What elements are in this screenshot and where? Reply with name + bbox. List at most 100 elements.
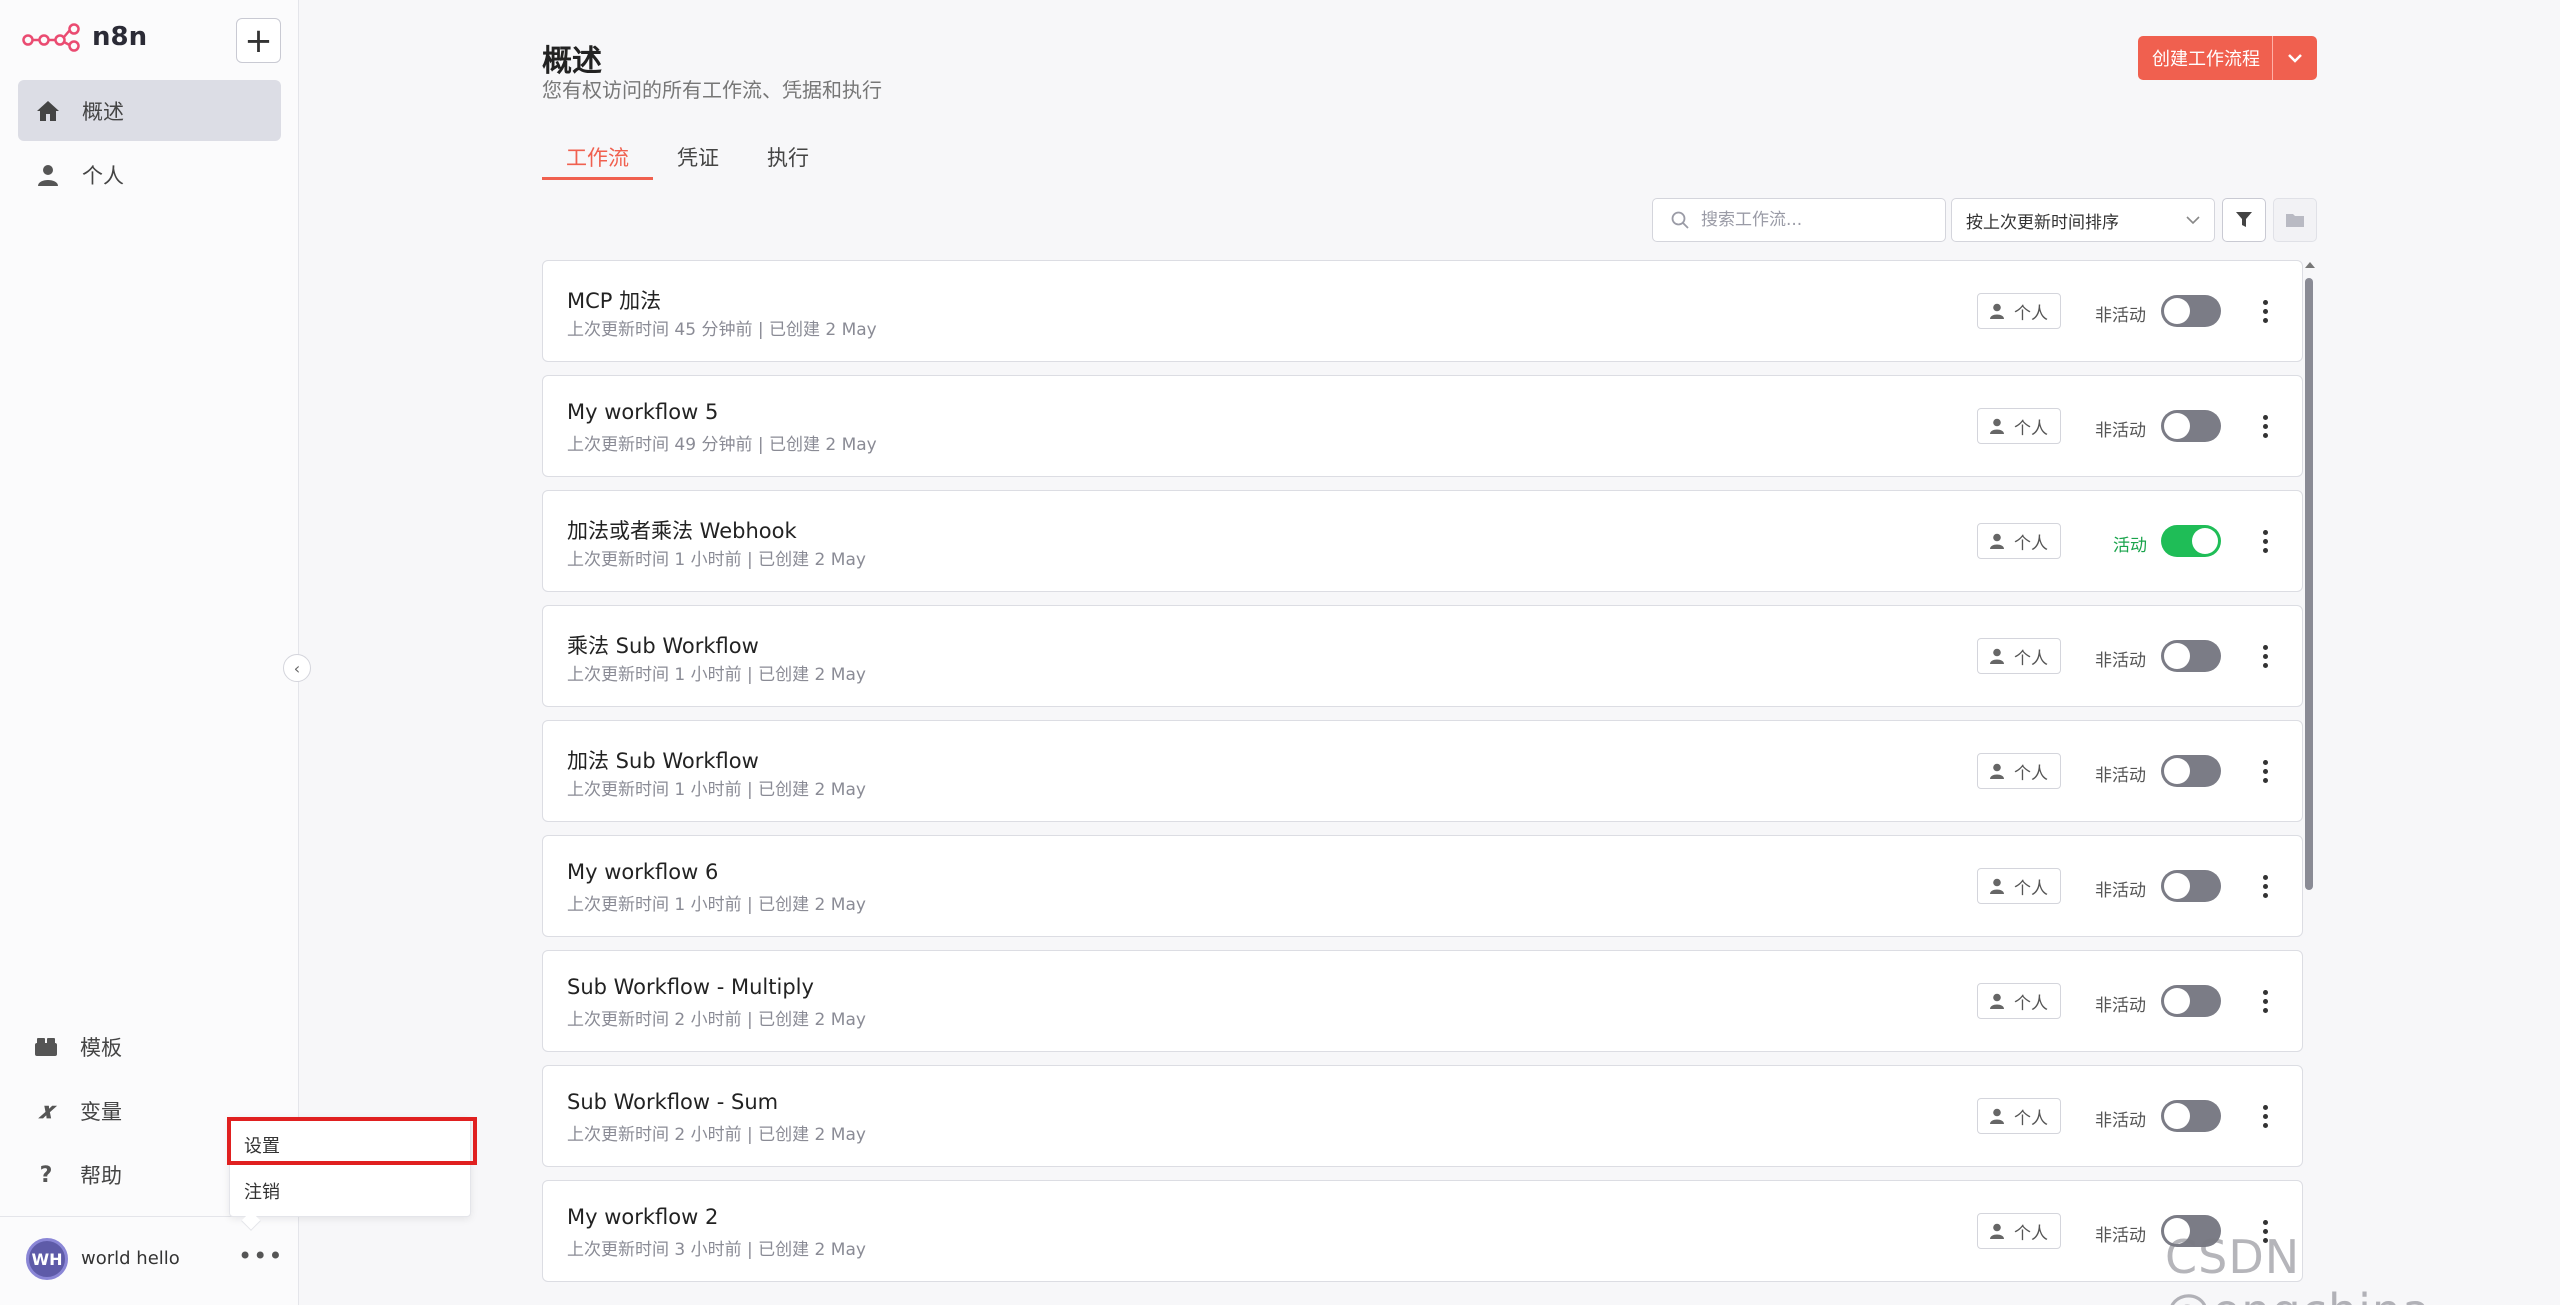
workflow-name[interactable]: 加法 Sub Workflow — [567, 745, 759, 775]
sidebar-item-help[interactable]: ? 帮助 — [34, 1160, 122, 1190]
active-toggle[interactable] — [2161, 410, 2221, 442]
workflow-card[interactable]: MCP 加法 上次更新时间 45 分钟前 | 已创建 2 May 个人 非活动 — [542, 260, 2303, 362]
create-workflow-button-group: 创建工作流程 — [2138, 36, 2317, 80]
search-icon — [1671, 211, 1689, 229]
scrollbar-thumb[interactable] — [2305, 278, 2313, 890]
workflow-meta: 上次更新时间 2 小时前 | 已创建 2 May — [567, 1125, 866, 1145]
create-workflow-button[interactable]: 创建工作流程 — [2138, 36, 2273, 80]
workflow-card[interactable]: Sub Workflow - Multiply 上次更新时间 2 小时前 | 已… — [542, 950, 2303, 1052]
add-folder-button[interactable] — [2273, 198, 2317, 242]
chevron-left-icon: ‹ — [293, 658, 301, 678]
workflow-meta: 上次更新时间 1 小时前 | 已创建 2 May — [567, 665, 866, 685]
toggle-knob — [2164, 298, 2190, 324]
owner-badge: 个人 — [1977, 408, 2061, 444]
tab-workflows[interactable]: 工作流 — [542, 138, 653, 180]
workflow-card[interactable]: Sub Workflow - Sum 上次更新时间 2 小时前 | 已创建 2 … — [542, 1065, 2303, 1167]
more-options-icon[interactable] — [2255, 289, 2275, 333]
filter-button[interactable] — [2222, 198, 2266, 242]
active-toggle[interactable] — [2161, 755, 2221, 787]
owner-label: 个人 — [2014, 303, 2048, 324]
owner-label: 个人 — [2014, 648, 2048, 669]
user-menu-button[interactable]: ••• — [238, 1242, 283, 1270]
sort-select[interactable]: 按上次更新时间排序 — [1951, 198, 2215, 242]
toggle-knob — [2164, 988, 2190, 1014]
owner-badge: 个人 — [1977, 523, 2061, 559]
workflow-name[interactable]: Sub Workflow - Multiply — [567, 975, 814, 999]
user-icon — [1990, 763, 2004, 779]
workflow-name[interactable]: My workflow 2 — [567, 1205, 718, 1229]
owner-badge: 个人 — [1977, 983, 2061, 1019]
owner-badge: 个人 — [1977, 1098, 2061, 1134]
workflow-meta: 上次更新时间 1 小时前 | 已创建 2 May — [567, 895, 866, 915]
workflow-name[interactable]: 乘法 Sub Workflow — [567, 630, 759, 660]
sidebar-item-personal[interactable]: 个人 — [18, 144, 281, 205]
more-options-icon[interactable] — [2255, 979, 2275, 1023]
active-toggle[interactable] — [2161, 985, 2221, 1017]
user-icon — [1990, 533, 2004, 549]
more-options-icon[interactable] — [2255, 519, 2275, 563]
workflow-card[interactable]: 加法或者乘法 Webhook 上次更新时间 1 小时前 | 已创建 2 May … — [542, 490, 2303, 592]
more-options-icon[interactable] — [2255, 864, 2275, 908]
sidebar-item-label: 帮助 — [80, 1164, 122, 1188]
owner-badge: 个人 — [1977, 868, 2061, 904]
toggle-knob — [2164, 758, 2190, 784]
status-label: 非活动 — [2095, 1111, 2146, 1131]
toggle-knob — [2192, 528, 2218, 554]
owner-label: 个人 — [2014, 993, 2048, 1014]
filter-icon — [2236, 212, 2252, 227]
settings-highlight-box — [227, 1117, 477, 1165]
toggle-knob — [2164, 413, 2190, 439]
workflow-name[interactable]: MCP 加法 — [567, 285, 661, 315]
sidebar-item-label: 概述 — [82, 99, 124, 124]
workflow-name[interactable]: My workflow 6 — [567, 860, 718, 884]
workflow-name[interactable]: My workflow 5 — [567, 400, 718, 424]
active-toggle[interactable] — [2161, 1100, 2221, 1132]
menu-item-logout[interactable]: 注销 — [244, 1178, 280, 1204]
toggle-knob — [2164, 873, 2190, 899]
user-icon — [1990, 1108, 2004, 1124]
workflow-card[interactable]: 加法 Sub Workflow 上次更新时间 1 小时前 | 已创建 2 May… — [542, 720, 2303, 822]
search-box[interactable] — [1652, 198, 1946, 242]
workflow-card[interactable]: 乘法 Sub Workflow 上次更新时间 1 小时前 | 已创建 2 May… — [542, 605, 2303, 707]
collapse-sidebar-button[interactable]: ‹ — [283, 654, 311, 682]
sidebar: n8n + 概述 个人 ‹ 模板 𝒙 变量 ? 帮助 WH world hell… — [0, 0, 311, 1305]
n8n-logo[interactable]: n8n — [22, 22, 147, 52]
user-icon — [1990, 418, 2004, 434]
active-toggle[interactable] — [2161, 870, 2221, 902]
watermark-text: CSDN @engchina — [2165, 1230, 2430, 1305]
status-label: 非活动 — [2095, 996, 2146, 1016]
more-options-icon[interactable] — [2255, 749, 2275, 793]
more-options-icon[interactable] — [2255, 404, 2275, 448]
workflow-meta: 上次更新时间 2 小时前 | 已创建 2 May — [567, 1010, 866, 1030]
sidebar-item-templates[interactable]: 模板 — [34, 1032, 122, 1062]
tab-executions[interactable]: 执行 — [743, 138, 833, 180]
workflow-card[interactable]: My workflow 5 上次更新时间 49 分钟前 | 已创建 2 May … — [542, 375, 2303, 477]
sidebar-item-overview[interactable]: 概述 — [18, 80, 281, 141]
resource-tabs: 工作流 凭证 执行 — [542, 138, 833, 180]
tab-credentials[interactable]: 凭证 — [653, 138, 743, 180]
owner-label: 个人 — [2014, 878, 2048, 899]
sidebar-item-label: 个人 — [82, 163, 124, 188]
workflow-meta: 上次更新时间 1 小时前 | 已创建 2 May — [567, 550, 866, 570]
create-dropdown-button[interactable] — [2273, 36, 2317, 80]
status-label: 非活动 — [2095, 881, 2146, 901]
owner-badge: 个人 — [1977, 1213, 2061, 1249]
owner-label: 个人 — [2014, 763, 2048, 784]
active-toggle[interactable] — [2161, 525, 2221, 557]
user-icon — [1990, 1223, 2004, 1239]
workflow-name[interactable]: 加法或者乘法 Webhook — [567, 515, 797, 545]
sidebar-item-variables[interactable]: 𝒙 变量 — [34, 1096, 122, 1126]
more-options-icon[interactable] — [2255, 634, 2275, 678]
active-toggle[interactable] — [2161, 640, 2221, 672]
more-options-icon[interactable] — [2255, 1094, 2275, 1138]
scroll-up-arrow[interactable] — [2305, 262, 2315, 268]
workflow-card[interactable]: My workflow 2 上次更新时间 3 小时前 | 已创建 2 May 个… — [542, 1180, 2303, 1282]
search-input[interactable] — [1701, 210, 1921, 230]
workflow-name[interactable]: Sub Workflow - Sum — [567, 1090, 778, 1114]
status-label: 非活动 — [2095, 306, 2146, 326]
new-resource-button[interactable]: + — [236, 18, 281, 63]
active-toggle[interactable] — [2161, 295, 2221, 327]
logo-text: n8n — [92, 22, 148, 52]
workflow-card[interactable]: My workflow 6 上次更新时间 1 小时前 | 已创建 2 May 个… — [542, 835, 2303, 937]
avatar[interactable]: WH — [26, 1238, 68, 1280]
